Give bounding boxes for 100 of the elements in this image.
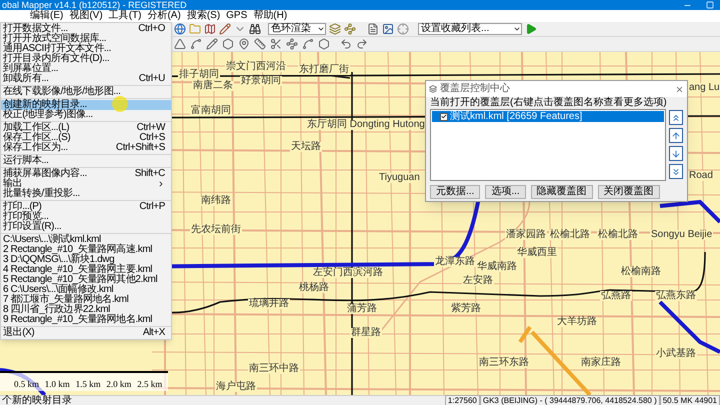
menu-bar-item[interactable]: GPS [226,10,248,22]
map-label: 弘燕东路 [655,291,697,301]
curve-icon[interactable] [302,38,314,50]
menu-item[interactable]: 2 Rectangle_#10_矢量路网高速.kml [1,245,171,255]
favorites-dropdown[interactable]: 设置收藏列表... [418,23,522,35]
menu-item[interactable]: 运行脚本... [1,156,171,166]
menu-item[interactable]: 输出 [1,179,171,189]
dialog-app-icon [429,85,437,93]
menu-item[interactable]: 8 四川省_行政边界22.kml [1,305,171,315]
status-message: 个新的映射目录 [1,396,72,405]
pencil-icon[interactable] [219,23,231,35]
menu-bar-item[interactable]: 帮助(H) [253,10,288,22]
menu-item[interactable]: 打印...(P) Ctrl+P [1,202,171,212]
map-label: 排子胡同 [178,70,220,80]
layer-checkbox[interactable] [440,112,448,120]
map-label: 先农坛前街 [190,225,242,235]
move-down-button[interactable] [669,146,683,161]
move-bottom-button[interactable] [669,164,683,179]
map-label: 南唐二条 [192,81,234,91]
menu-bar-item[interactable]: 搜索(S) [186,10,220,22]
redo-icon[interactable] [356,38,368,50]
map-label: 潘家园路 [505,230,547,240]
menu-item[interactable]: 捕获屏幕图像内容... Shift+C [1,169,171,179]
binoculars-icon[interactable] [249,23,261,35]
double-up-arrow-icon [671,112,681,122]
move-top-button[interactable] [669,110,683,125]
menu-item[interactable]: 3 D:\QQMSG\...\新块1.dwg [1,255,171,265]
map-label: 东打磨厂街 [298,65,350,75]
render-dropdown[interactable]: 色环渲染 [268,23,326,35]
menu-item[interactable]: 创建新的映射目录... [1,100,171,110]
map-label: Songyu Beijie [650,230,714,240]
layer-row[interactable]: 测试kml.kml [26659 Features] [432,111,664,122]
menu-item[interactable]: 退出(X) Alt+X [1,328,171,338]
dropdown-caret-icon [513,25,521,33]
map-label: 南家庄路 [580,358,622,368]
menu-item[interactable]: 打开数据文件... Ctrl+O [1,24,171,34]
pencil-icon[interactable] [206,38,218,50]
menu-item[interactable]: 批量转换/重投影... [1,189,171,199]
maximize-icon[interactable] [706,1,714,9]
move-up-button[interactable] [669,128,683,143]
map-label: 华威西里 [516,248,558,258]
menu-item[interactable]: 在线下载影像/地形/地形图... [1,87,171,97]
map-label: 左安门西滨河路 [312,268,384,278]
dialog-button[interactable]: 隐藏覆盖图 [530,185,593,199]
map-label: 海户屯路 [215,382,257,392]
scale-label: 2.0 km [106,379,132,391]
menu-item[interactable]: 校正(地理参考)图像... [1,110,171,120]
dialog-button[interactable]: 关闭覆盖图 [598,185,660,199]
menu-item[interactable]: 4 Rectangle_#10_矢量路网主要.kml [1,265,171,275]
dialog-caption: 当前打开的覆盖层(右键点击覆盖图名称查看更多选项) [429,97,668,109]
menu-bar-item[interactable]: 视图(V) [69,10,103,22]
map-label: 蒲芳路 [346,304,378,314]
curve-icon[interactable] [190,38,202,50]
menu-item[interactable]: 7 都江堰市_矢量路网地名.kml [1,295,171,305]
dropdown-caret-icon [317,25,325,33]
play-icon[interactable] [525,23,537,35]
double-down-arrow-icon [671,166,681,176]
pin-icon[interactable] [238,38,250,50]
scale-label: 1.0 km [44,379,71,391]
layers-icon[interactable] [329,23,341,35]
menu-item[interactable]: 保存工作区...(S) Ctrl+S [1,133,171,143]
waypoints-icon[interactable] [286,38,298,50]
menu-item[interactable]: 通用ASCII打开文本文件... [1,44,171,54]
document-icon[interactable] [367,23,379,35]
menu-item[interactable]: 打印设置(R)... [1,222,171,232]
scale-label: 0.5 km [14,379,40,391]
menu-item[interactable]: 卸载所有... Ctrl+U [1,74,171,84]
menu-item[interactable]: 打开开放式空间数据库... [1,34,171,44]
undo-icon[interactable] [340,38,352,50]
menu-item[interactable]: 5 Rectangle_#10_矢量路网其他2.kml [1,275,171,285]
map-label: ang Lu [688,83,720,93]
scissors-icon[interactable] [270,38,282,50]
map-label: 大羊坊路 [556,317,598,327]
map-label: 崇文门西河沿 [225,62,287,72]
hexagon-icon[interactable] [318,38,330,50]
close-icon[interactable] [675,84,684,94]
map-label: 南三环东路 [478,358,530,368]
map-icon[interactable] [204,23,216,35]
dialog-button[interactable]: 元数据... [430,185,480,199]
hexagon-icon[interactable] [222,38,234,50]
menu-bar-item[interactable]: 分析(A) [147,10,181,22]
menu-bar-item[interactable]: 工具(T) [108,10,142,22]
map-label: 小武基路 [655,349,697,359]
scale-label: 1.5 km [76,379,102,391]
menu-item[interactable]: C:\Users\...\测试kml.kml [1,235,171,245]
menu-item[interactable]: 打开目录内所有文件(D)... [1,54,171,64]
menu-item[interactable]: 到屏幕位置... [1,64,171,74]
menu-item[interactable]: 9 Rectangle_#10_矢量路网地名.kml [1,315,171,325]
menu-item[interactable]: 加载工作区...(L) Ctrl+W [1,123,171,133]
menu-item[interactable]: 保存工作区为... Ctrl+Shift+S [1,143,171,153]
menu-bar-item[interactable]: 编辑(E) [30,10,64,22]
waypoints-icon[interactable] [344,23,356,35]
image-icon[interactable] [382,23,394,35]
triangle-icon[interactable] [174,38,186,50]
menu-item[interactable]: 打印预览... [1,212,171,222]
menu-item[interactable]: 6 C:\Users\...\面幅修改.kml [1,285,171,295]
ruler-icon[interactable] [254,38,266,50]
globe-icon[interactable] [174,23,186,35]
dialog-button[interactable]: 选项... [485,185,526,199]
status-extra: 50.5 MK 44901 [660,395,720,405]
